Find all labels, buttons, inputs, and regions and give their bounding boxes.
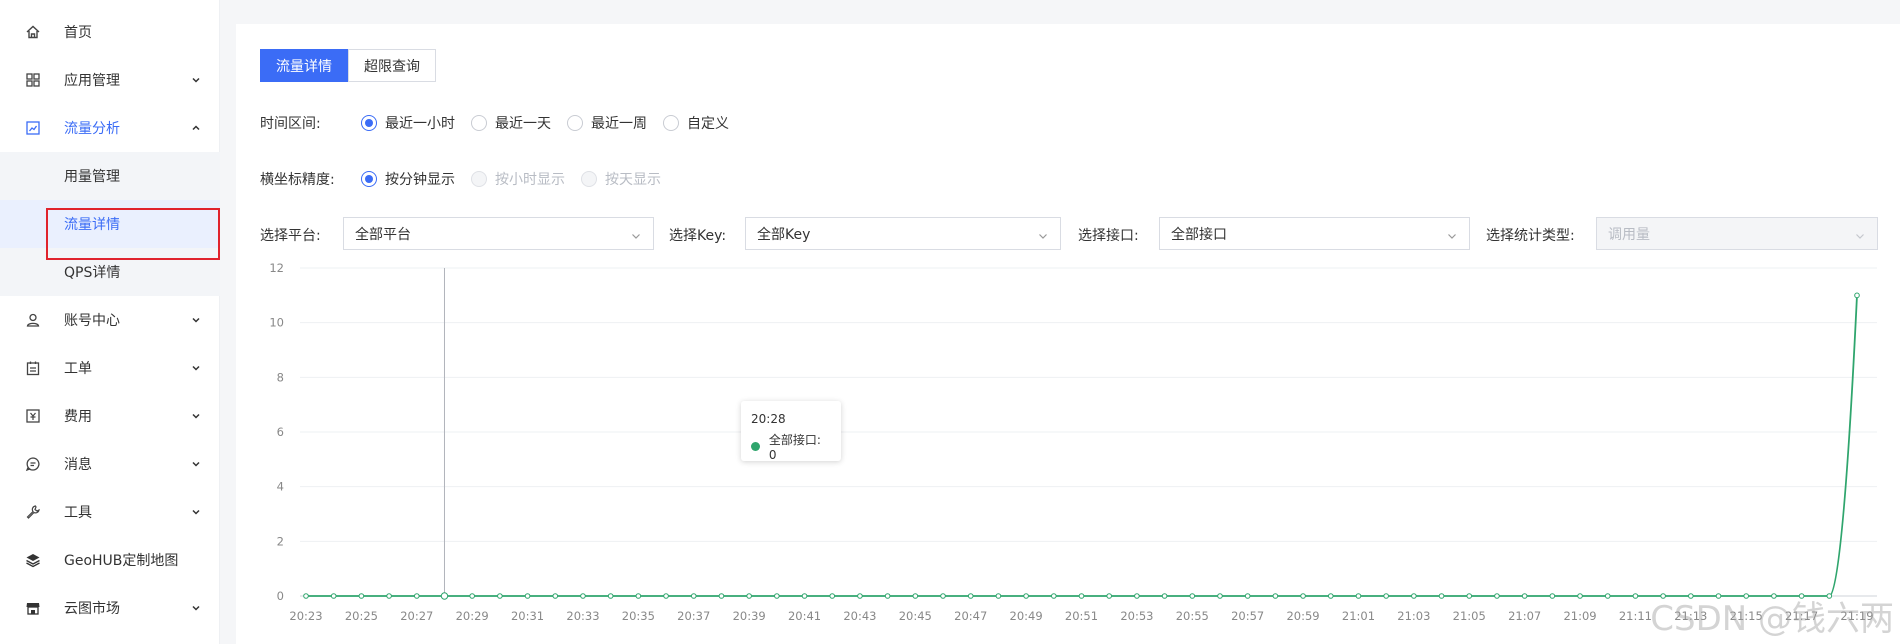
data-point — [912, 593, 919, 599]
data-point — [1494, 593, 1500, 599]
x-tick-label: 20:37 — [677, 609, 710, 623]
x-tick-label: 21:11 — [1619, 609, 1652, 623]
y-tick-label: 4 — [277, 480, 284, 494]
data-point — [552, 593, 559, 599]
data-point — [1272, 593, 1279, 599]
data-point — [413, 593, 420, 599]
data-point — [1051, 593, 1057, 599]
x-tick-label: 20:43 — [843, 609, 876, 623]
data-point — [1300, 593, 1306, 599]
tooltip-row: 全部接口: 0 — [751, 431, 831, 462]
data-point — [1549, 593, 1556, 599]
data-point — [1632, 593, 1639, 599]
x-tick-label: 20:59 — [1286, 609, 1319, 623]
data-point — [829, 593, 836, 599]
data-point — [580, 593, 586, 599]
x-tick-label: 20:33 — [566, 609, 599, 623]
y-tick-label: 2 — [277, 534, 284, 548]
data-point — [884, 593, 891, 599]
x-tick-label: 20:41 — [788, 609, 821, 623]
data-point — [635, 593, 642, 599]
data-point — [1327, 593, 1334, 599]
x-tick-label: 20:39 — [733, 609, 766, 623]
data-point — [1854, 292, 1860, 299]
data-point — [469, 593, 475, 599]
data-point — [857, 593, 863, 599]
x-tick-label: 21:09 — [1563, 609, 1596, 623]
data-point — [801, 593, 808, 599]
data-point — [1604, 593, 1611, 599]
data-point — [1189, 593, 1196, 599]
x-tick-label: 20:47 — [954, 609, 987, 623]
series-dot — [751, 442, 760, 451]
data-point — [1161, 593, 1168, 599]
x-tick-label: 21:07 — [1508, 609, 1541, 623]
x-tick-label: 20:31 — [511, 609, 544, 623]
data-point — [746, 593, 752, 599]
y-tick-label: 10 — [269, 316, 284, 330]
data-point — [1355, 593, 1362, 599]
data-point — [1383, 593, 1389, 599]
x-tick-label: 21:05 — [1453, 609, 1486, 623]
data-point — [440, 592, 449, 600]
data-point — [774, 593, 780, 599]
data-point — [718, 593, 725, 599]
traffic-line-chart[interactable]: 0 2 4 6 8 10 12 20:23 20:25 20:27 20:29 20:31 20:33 2… — [0, 0, 1900, 644]
data-point — [1078, 593, 1085, 599]
watermark: CSDN @钱六两 — [1650, 599, 1894, 639]
x-tick-label: 20:29 — [456, 609, 489, 623]
data-point — [1466, 593, 1473, 599]
data-point — [330, 593, 337, 599]
data-point — [1411, 593, 1417, 599]
x-tick-label: 20:57 — [1231, 609, 1264, 623]
data-point — [1134, 593, 1140, 599]
data-point — [1521, 593, 1528, 599]
data-point — [940, 593, 946, 599]
data-point — [663, 593, 669, 599]
data-point — [358, 593, 365, 599]
data-point — [303, 593, 309, 599]
data-point — [524, 593, 531, 599]
x-tick-label: 20:51 — [1065, 609, 1098, 623]
data-point — [1106, 593, 1112, 599]
chart-tooltip: 20:28 全部接口: 0 — [741, 401, 841, 462]
data-point — [967, 593, 974, 599]
x-tick-label: 20:49 — [1010, 609, 1043, 623]
x-tick-label: 21:01 — [1342, 609, 1375, 623]
data-point — [607, 593, 614, 599]
data-point — [1244, 593, 1251, 599]
y-tick-label: 12 — [269, 261, 284, 275]
tooltip-value: 全部接口: 0 — [768, 433, 821, 462]
data-point — [1577, 593, 1583, 599]
x-tick-label: 20:23 — [289, 609, 322, 623]
data-point — [995, 593, 1002, 599]
y-tick-label: 6 — [277, 425, 284, 439]
data-point — [690, 593, 697, 599]
data-point — [1438, 593, 1445, 599]
x-tick-label: 20:35 — [622, 609, 655, 623]
data-point — [386, 593, 392, 599]
series-line — [306, 295, 1858, 597]
y-tick-label: 0 — [277, 589, 284, 603]
x-tick-label: 20:53 — [1120, 609, 1153, 623]
tooltip-time: 20:28 — [751, 412, 786, 426]
y-tick-label: 8 — [277, 370, 284, 384]
x-tick-label: 20:55 — [1176, 609, 1209, 623]
x-tick-label: 20:27 — [400, 609, 433, 623]
data-point — [1217, 593, 1223, 599]
x-tick-label: 21:03 — [1397, 609, 1430, 623]
x-tick-label: 20:45 — [899, 609, 932, 623]
x-tick-label: 20:25 — [345, 609, 378, 623]
data-point — [1023, 593, 1029, 599]
data-point — [497, 593, 503, 599]
